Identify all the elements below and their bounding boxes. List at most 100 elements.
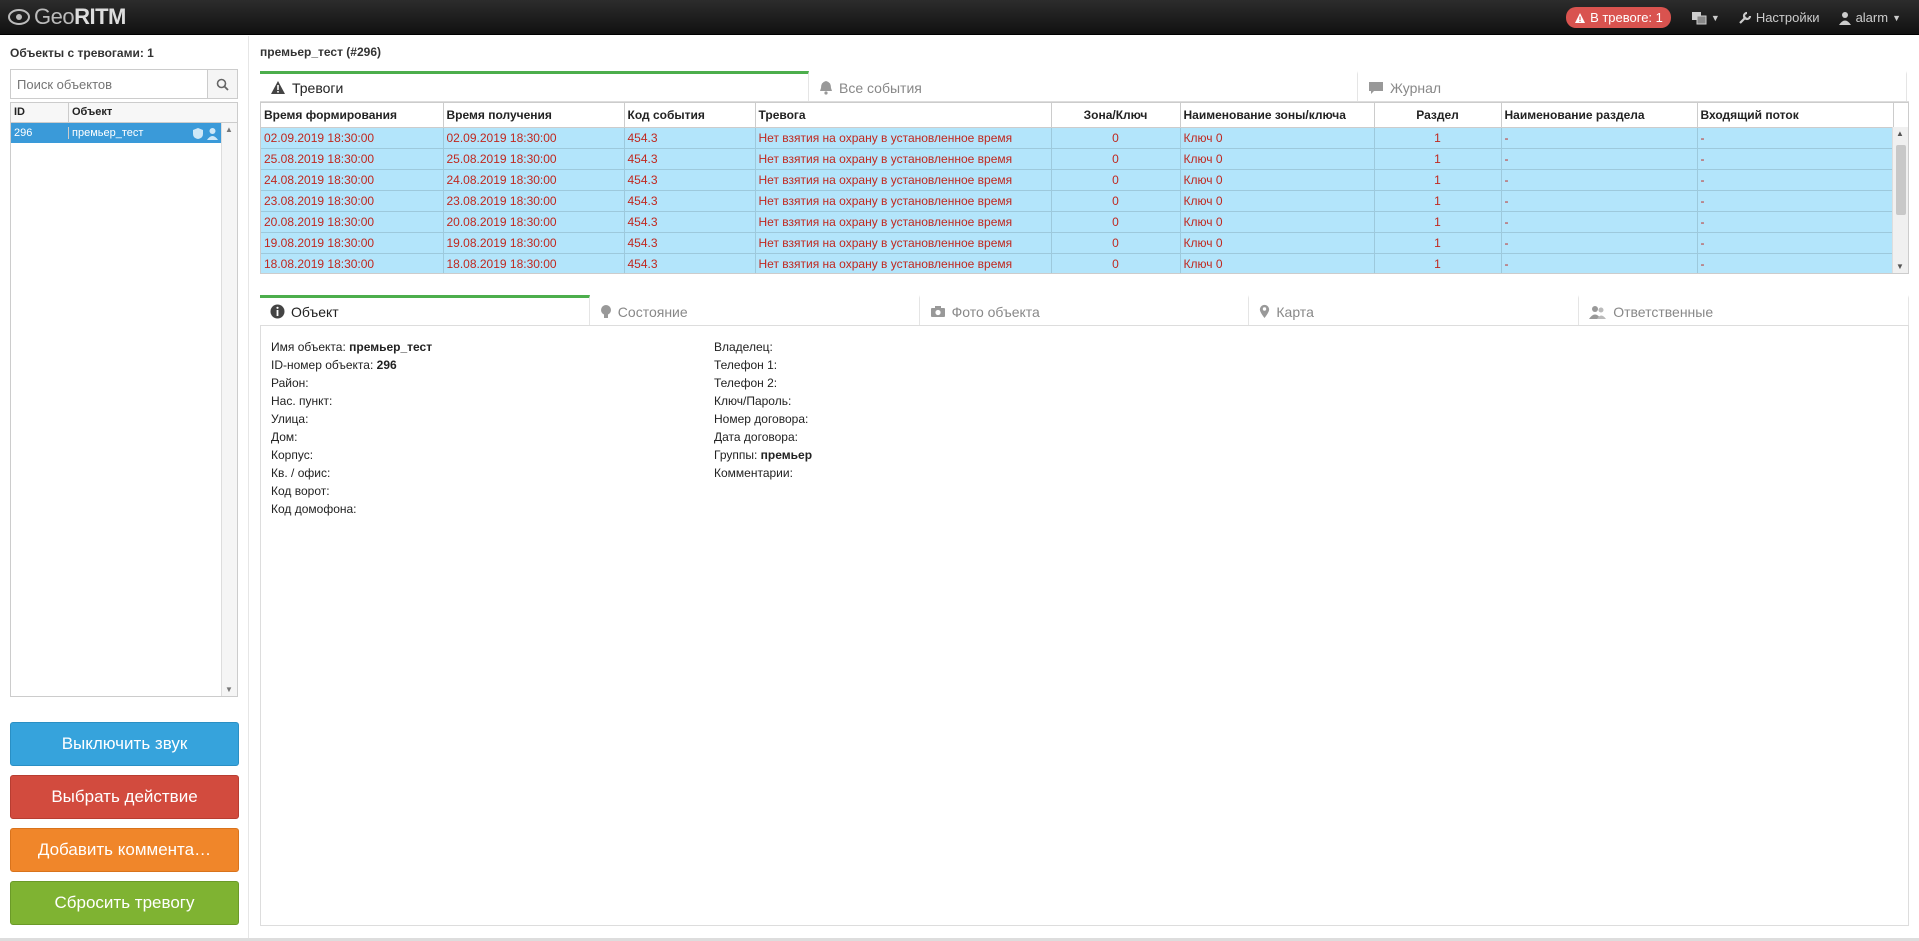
alarm-count-badge[interactable]: В тревоге: 1	[1566, 7, 1671, 28]
tab-alarms-label: Тревоги	[292, 79, 344, 96]
cell-created-time: 02.09.2019 18:30:00	[261, 127, 444, 149]
cell-received-time: 02.09.2019 18:30:00	[443, 127, 625, 149]
detail-label: ID-номер объекта:	[271, 358, 374, 372]
alarm-row[interactable]: 19.08.2019 18:30:00 19.08.2019 18:30:00 45…	[261, 232, 1894, 254]
scroll-up-icon[interactable]: ▲	[225, 125, 233, 134]
alarm-row[interactable]: 20.08.2019 18:30:00 20.08.2019 18:30:00 45…	[261, 211, 1894, 233]
tab-responsible[interactable]: Ответственные	[1579, 295, 1909, 325]
app-logo[interactable]: Geo RITM	[8, 4, 126, 29]
object-details-panel: Имя объекта: премьер_тест ID-номер объект…	[260, 326, 1909, 926]
comment-icon	[1369, 81, 1383, 94]
reset-alarm-button[interactable]: Сбросить тревогу	[10, 881, 239, 925]
add-comment-button[interactable]: Добавить коммента…	[10, 828, 239, 872]
mute-sound-button[interactable]: Выключить звук	[10, 722, 239, 766]
cell-alarm: Нет взятия на охрану в установленное вре…	[755, 211, 1052, 233]
objects-scrollbar[interactable]: ▲ ▼	[221, 123, 237, 696]
alarms-scrollbar[interactable]: ▲ ▼	[1892, 127, 1908, 273]
tab-alarms[interactable]: Тревоги	[260, 71, 809, 101]
cell-incoming-stream: -	[1697, 190, 1894, 212]
logo-ritm-text: RITM	[74, 4, 126, 29]
cell-created-time: 24.08.2019 18:30:00	[261, 169, 444, 191]
column-header-created-time[interactable]: Время формирования	[261, 103, 444, 128]
cell-received-time: 20.08.2019 18:30:00	[443, 211, 625, 233]
column-header-object[interactable]: Объект	[69, 103, 237, 122]
detail-label: Владелец:	[714, 340, 773, 354]
alarm-row[interactable]: 25.08.2019 18:30:00 25.08.2019 18:30:00 45…	[261, 148, 1894, 170]
search-input[interactable]	[10, 69, 207, 99]
tab-journal[interactable]: Журнал	[1358, 71, 1907, 101]
alarm-row[interactable]: 23.08.2019 18:30:00 23.08.2019 18:30:00 45…	[261, 190, 1894, 212]
object-row[interactable]: 296 премьер_тест	[11, 123, 221, 143]
warning-icon	[1575, 12, 1586, 23]
detail-field: Код ворот:	[271, 484, 432, 502]
detail-field: Нас. пункт:	[271, 394, 432, 412]
tab-state-label: Состояние	[617, 303, 688, 320]
alarm-row[interactable]: 18.08.2019 18:30:00 18.08.2019 18:30:00 45…	[261, 253, 1894, 273]
alarm-row[interactable]: 02.09.2019 18:30:00 02.09.2019 18:30:00 45…	[261, 127, 1894, 149]
user-menu[interactable]: alarm ▼	[1838, 10, 1901, 25]
settings-link[interactable]: Настройки	[1738, 10, 1820, 25]
scroll-up-icon[interactable]: ▲	[1896, 129, 1904, 138]
top-bar: Geo RITM В тревоге: 1 ▼ Настройки alarm ▼	[0, 0, 1919, 35]
language-menu[interactable]: ▼	[1691, 11, 1720, 25]
detail-label: Ключ/Пароль:	[714, 394, 792, 408]
cell-alarm: Нет взятия на охрану в установленное вре…	[755, 253, 1052, 273]
detail-label: Дом:	[271, 430, 298, 444]
detail-field: Код домофона:	[271, 502, 432, 520]
cell-event-code: 454.3	[624, 211, 756, 233]
tab-state[interactable]: Состояние	[589, 295, 920, 325]
column-header-event-code[interactable]: Код события	[624, 103, 756, 128]
detail-label: Кв. / офис:	[271, 466, 331, 480]
column-header-section[interactable]: Раздел	[1374, 103, 1502, 128]
tab-object[interactable]: Объект	[260, 295, 590, 325]
warning-icon	[271, 81, 285, 94]
choose-action-button[interactable]: Выбрать действие	[10, 775, 239, 819]
scroll-down-icon[interactable]: ▼	[225, 685, 233, 694]
column-header-id[interactable]: ID	[11, 103, 69, 122]
cell-section-name: -	[1501, 190, 1698, 212]
alarm-row[interactable]: 24.08.2019 18:30:00 24.08.2019 18:30:00 45…	[261, 169, 1894, 191]
detail-label: Код домофона:	[271, 502, 357, 516]
cell-received-time: 19.08.2019 18:30:00	[443, 232, 625, 254]
user-icon	[1838, 11, 1851, 25]
cell-alarm: Нет взятия на охрану в установленное вре…	[755, 169, 1052, 191]
scroll-down-icon[interactable]: ▼	[1896, 262, 1904, 271]
cell-incoming-stream: -	[1697, 211, 1894, 233]
detail-value: 296	[376, 358, 397, 372]
detail-label: Имя объекта:	[271, 340, 346, 354]
cell-alarm: Нет взятия на охрану в установленное вре…	[755, 232, 1052, 254]
detail-label: Улица:	[271, 412, 309, 426]
camera-icon	[930, 306, 945, 317]
cell-incoming-stream: -	[1697, 169, 1894, 191]
tab-map[interactable]: Карта	[1249, 295, 1580, 325]
column-header-alarm[interactable]: Тревога	[755, 103, 1052, 128]
column-header-received-time[interactable]: Время получения	[443, 103, 625, 128]
column-header-section-name[interactable]: Наименование раздела	[1501, 103, 1698, 128]
cell-section: 1	[1374, 253, 1502, 273]
scrollbar-thumb[interactable]	[1896, 145, 1906, 215]
column-header-incoming-stream[interactable]: Входящий поток	[1697, 103, 1894, 128]
cell-zone-key: 0	[1051, 253, 1181, 273]
alarm-badge-label: В тревоге: 1	[1590, 10, 1663, 25]
detail-field: Улица:	[271, 412, 432, 430]
objects-table-header: ID Объект	[11, 103, 237, 123]
detail-label: Телефон 2:	[714, 376, 778, 390]
detail-field: Номер договора:	[714, 412, 812, 430]
cell-zone-name: Ключ 0	[1180, 211, 1375, 233]
column-header-zone-name[interactable]: Наименование зоны/ключа	[1180, 103, 1375, 128]
cell-incoming-stream: -	[1697, 232, 1894, 254]
events-tabs: Тревоги Все события Журнал	[260, 71, 1909, 102]
cell-zone-name: Ключ 0	[1180, 148, 1375, 170]
cell-created-time: 25.08.2019 18:30:00	[261, 148, 444, 170]
cell-zone-key: 0	[1051, 232, 1181, 254]
cell-section: 1	[1374, 232, 1502, 254]
users-icon	[1589, 305, 1607, 319]
search-button[interactable]	[207, 69, 238, 99]
object-id: 296	[11, 127, 69, 139]
tab-all-events[interactable]: Все события	[809, 71, 1358, 101]
chevron-down-icon: ▼	[1710, 12, 1720, 23]
cell-section-name: -	[1501, 211, 1698, 233]
object-name: премьер_тест	[72, 127, 144, 139]
tab-object-photo[interactable]: Фото объекта	[919, 295, 1250, 325]
column-header-zone-key[interactable]: Зона/Ключ	[1051, 103, 1181, 128]
